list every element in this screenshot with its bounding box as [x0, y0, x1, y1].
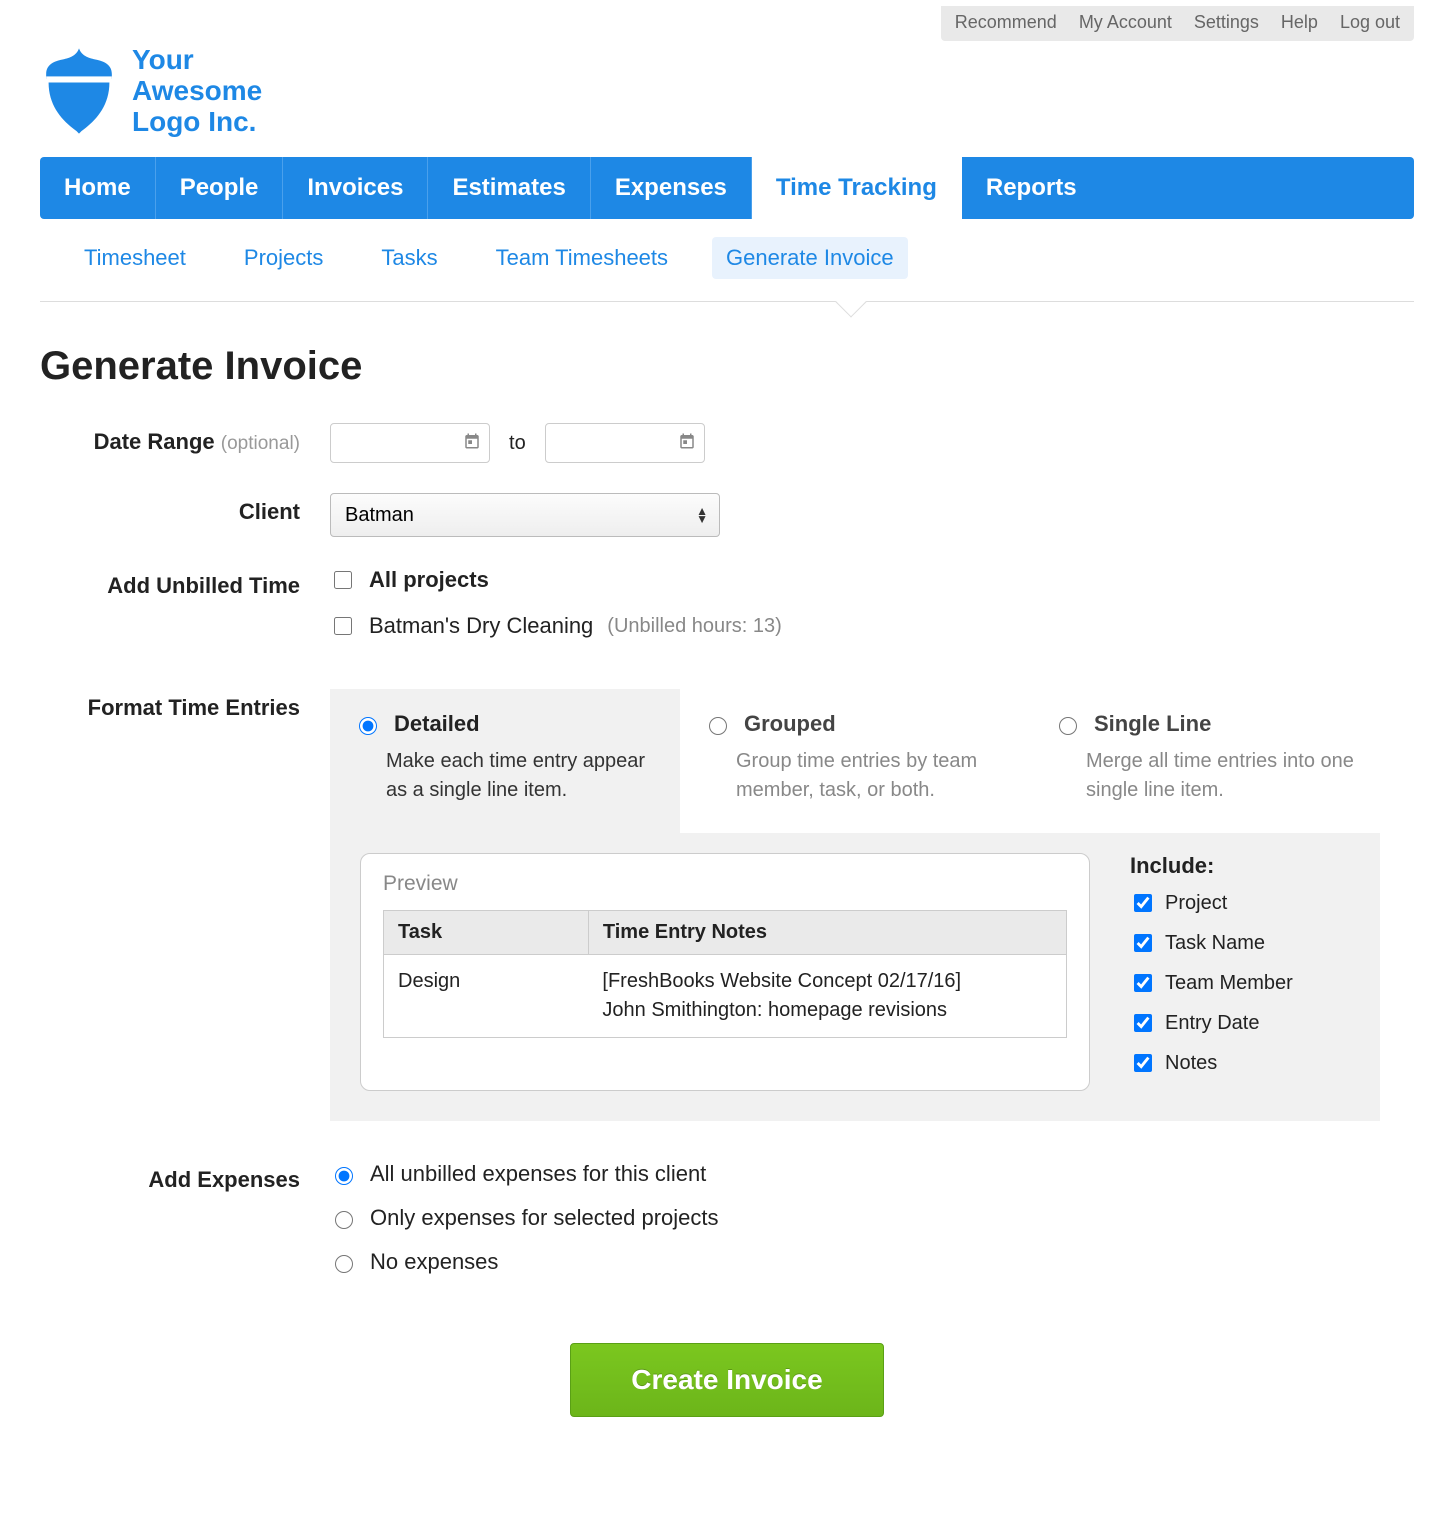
- add-expenses-label: Add Expenses: [40, 1161, 330, 1193]
- utility-nav-strip: Recommend My Account Settings Help Log o…: [941, 6, 1414, 41]
- util-link-settings[interactable]: Settings: [1194, 12, 1259, 33]
- preview-cell-notes: [FreshBooks Website Concept 02/17/16] Jo…: [588, 955, 1066, 1038]
- expenses-option-all: All unbilled expenses for this client: [370, 1161, 706, 1187]
- tab-people[interactable]: People: [156, 157, 284, 219]
- preview-panel: Preview Task Time Entry Notes Design: [360, 853, 1090, 1091]
- preview-cell-task: Design: [384, 955, 589, 1038]
- calendar-icon: [463, 432, 481, 455]
- expenses-option-none: No expenses: [370, 1249, 498, 1275]
- project-note: (Unbilled hours: 13): [607, 615, 782, 638]
- include-column: Include: Project Task Name Team Member E…: [1130, 853, 1350, 1091]
- preview-row: Design [FreshBooks Website Concept 02/17…: [384, 955, 1067, 1038]
- date-to-input[interactable]: [545, 423, 705, 463]
- tab-estimates[interactable]: Estimates: [428, 157, 590, 219]
- date-to-label: to: [509, 432, 526, 455]
- subtab-projects[interactable]: Projects: [230, 237, 337, 279]
- include-teammember-checkbox[interactable]: [1134, 974, 1152, 992]
- tab-time-tracking[interactable]: Time Tracking: [752, 153, 962, 219]
- preview-title: Preview: [383, 872, 1067, 896]
- subtab-generate-invoice[interactable]: Generate Invoice: [712, 237, 908, 279]
- format-option-single[interactable]: Single Line Merge all time entries into …: [1030, 689, 1380, 833]
- include-project[interactable]: Project: [1130, 891, 1350, 915]
- include-entrydate-checkbox[interactable]: [1134, 1014, 1152, 1032]
- format-option-grouped[interactable]: Grouped Group time entries by team membe…: [680, 689, 1030, 833]
- include-notes-checkbox[interactable]: [1134, 1054, 1152, 1072]
- include-entry-date[interactable]: Entry Date: [1130, 1011, 1350, 1035]
- format-desc-detailed: Make each time entry appear as a single …: [354, 747, 656, 805]
- primary-tabs: Home People Invoices Estimates Expenses …: [40, 157, 1414, 219]
- format-desc-grouped: Group time entries by team member, task,…: [704, 747, 1006, 805]
- date-range-label: Date Range (optional): [40, 423, 330, 455]
- secondary-tabs: Timesheet Projects Tasks Team Timesheets…: [40, 219, 1414, 302]
- util-link-my-account[interactable]: My Account: [1079, 12, 1172, 33]
- include-task-name[interactable]: Task Name: [1130, 931, 1350, 955]
- date-to-field[interactable]: [556, 432, 678, 455]
- expenses-radio-selected[interactable]: [335, 1211, 353, 1229]
- format-radio-grouped[interactable]: [709, 717, 727, 735]
- all-projects-checkbox[interactable]: [334, 571, 352, 589]
- format-desc-single: Merge all time entries into one single l…: [1054, 747, 1356, 805]
- format-label: Format Time Entries: [40, 689, 330, 721]
- format-title-grouped: Grouped: [744, 711, 836, 737]
- all-projects-label: All projects: [369, 567, 489, 593]
- utility-nav: Recommend My Account Settings Help Log o…: [40, 0, 1414, 41]
- preview-th-notes: Time Entry Notes: [588, 911, 1066, 955]
- preview-th-task: Task: [384, 911, 589, 955]
- project-checkbox[interactable]: [334, 617, 352, 635]
- expenses-radio-all[interactable]: [335, 1167, 353, 1185]
- page-title: Generate Invoice: [40, 344, 1414, 389]
- date-from-field[interactable]: [341, 432, 463, 455]
- include-notes[interactable]: Notes: [1130, 1051, 1350, 1075]
- logo-text: Your Awesome Logo Inc.: [132, 45, 262, 137]
- client-select[interactable]: Batman: [330, 493, 720, 537]
- calendar-icon: [678, 432, 696, 455]
- tab-reports[interactable]: Reports: [962, 157, 1101, 219]
- logo[interactable]: Your Awesome Logo Inc.: [40, 45, 1414, 137]
- acorn-icon: [40, 46, 118, 136]
- format-option-detailed[interactable]: Detailed Make each time entry appear as …: [330, 689, 680, 833]
- expenses-radio-none[interactable]: [335, 1255, 353, 1273]
- include-project-checkbox[interactable]: [1134, 894, 1152, 912]
- create-invoice-button[interactable]: Create Invoice: [570, 1343, 883, 1417]
- format-radio-detailed[interactable]: [359, 717, 377, 735]
- subtab-team-timesheets[interactable]: Team Timesheets: [482, 237, 682, 279]
- format-radio-single[interactable]: [1059, 717, 1077, 735]
- project-name: Batman's Dry Cleaning: [369, 613, 593, 639]
- add-unbilled-label: Add Unbilled Time: [40, 567, 330, 599]
- util-link-recommend[interactable]: Recommend: [955, 12, 1057, 33]
- util-link-help[interactable]: Help: [1281, 12, 1318, 33]
- preview-table: Task Time Entry Notes Design [FreshBooks…: [383, 910, 1067, 1038]
- include-taskname-checkbox[interactable]: [1134, 934, 1152, 952]
- format-title-detailed: Detailed: [394, 711, 480, 737]
- format-title-single: Single Line: [1094, 711, 1211, 737]
- tab-invoices[interactable]: Invoices: [283, 157, 428, 219]
- subtab-tasks[interactable]: Tasks: [367, 237, 451, 279]
- util-link-logout[interactable]: Log out: [1340, 12, 1400, 33]
- expenses-option-selected: Only expenses for selected projects: [370, 1205, 719, 1231]
- format-box: Detailed Make each time entry appear as …: [330, 689, 1380, 1121]
- include-title: Include:: [1130, 853, 1350, 879]
- tab-home[interactable]: Home: [40, 157, 156, 219]
- subtab-timesheet[interactable]: Timesheet: [70, 237, 200, 279]
- tab-expenses[interactable]: Expenses: [591, 157, 752, 219]
- include-team-member[interactable]: Team Member: [1130, 971, 1350, 995]
- client-label: Client: [40, 493, 330, 525]
- date-from-input[interactable]: [330, 423, 490, 463]
